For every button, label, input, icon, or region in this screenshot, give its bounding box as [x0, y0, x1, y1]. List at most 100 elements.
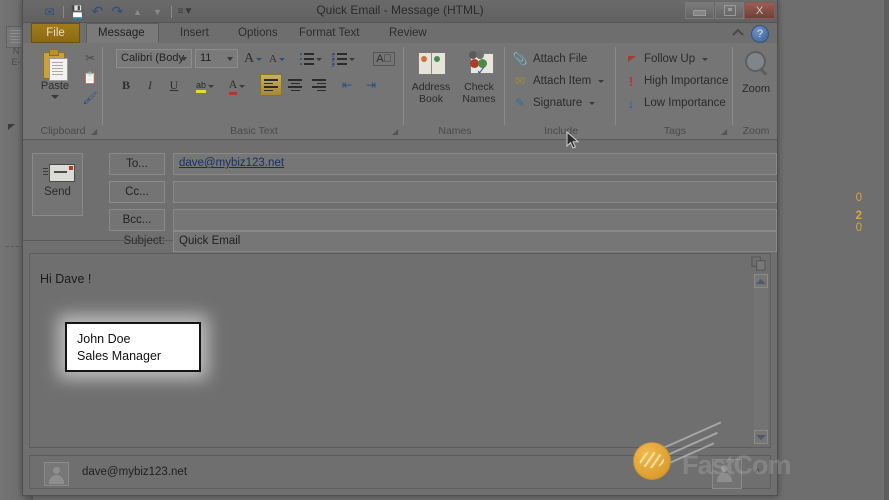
maximize-button[interactable] [715, 2, 744, 19]
close-icon: X [755, 4, 764, 17]
clear-formatting-icon: A⃥ [373, 52, 395, 66]
copy-button[interactable]: 📋 [81, 69, 99, 87]
to-button-label: To... [126, 158, 148, 170]
attach-item-button[interactable]: ✉ Attach Item [512, 71, 605, 91]
align-center-button[interactable] [284, 74, 306, 96]
underline-button[interactable]: U [164, 75, 184, 95]
italic-button[interactable]: I [140, 75, 160, 95]
to-field[interactable]: dave@mybiz123.net [173, 153, 777, 175]
tab-message[interactable]: Message [86, 23, 159, 43]
numbering-icon: 123 [331, 50, 347, 68]
chevron-down-icon[interactable] [51, 95, 59, 99]
chevron-down-icon[interactable] [589, 101, 596, 105]
signature-callout: John Doe Sales Manager [65, 322, 201, 372]
message-count-1: 0 [855, 192, 862, 204]
paste-button[interactable]: Paste [33, 47, 77, 115]
close-button[interactable]: X [744, 2, 775, 19]
tab-review[interactable]: Review [378, 23, 438, 43]
bullets-button[interactable] [299, 49, 323, 69]
grow-font-button[interactable]: A [242, 49, 264, 69]
collapse-arrow-icon[interactable] [8, 124, 15, 130]
subject-field[interactable]: Quick Email [173, 231, 777, 252]
title-bar[interactable]: ✉ 💾 ↶ ↷ ▲ ▼ ≡▼ Quick Email - Message (HT… [23, 0, 777, 23]
decrease-indent-button[interactable]: ⇤ [336, 74, 358, 96]
numbering-button[interactable]: 123 [331, 49, 355, 69]
format-painter-button[interactable]: 🖌 [81, 89, 99, 107]
align-left-icon [264, 77, 278, 93]
zoom-button-label: Zoom [741, 83, 771, 95]
check-names-line1: Check [464, 81, 494, 93]
signature-button[interactable]: ✎ Signature [512, 93, 596, 113]
tags-dialog-launcher[interactable]: ◢ [721, 127, 730, 136]
clear-formatting-button[interactable]: A⃥ [372, 48, 396, 70]
paste-options-icon[interactable] [751, 256, 766, 271]
copy-icon: 📋 [82, 71, 98, 85]
checkmark-icon: ✓ [476, 63, 487, 78]
high-importance-label: High Importance [644, 75, 729, 87]
high-importance-button[interactable]: ! High Importance [623, 71, 729, 91]
group-title-tags: Tags [663, 125, 687, 137]
underline-icon: U [169, 77, 179, 92]
font-color-button[interactable]: A [226, 75, 248, 97]
down-arrow-icon: ↓ [627, 95, 635, 111]
cut-button[interactable]: ✂ [81, 49, 99, 67]
send-button[interactable]: Send [32, 153, 83, 216]
increase-indent-button[interactable]: ⇥ [360, 74, 382, 96]
avatar [44, 462, 69, 486]
bold-icon: B [121, 77, 130, 92]
cc-field[interactable] [173, 181, 777, 203]
address-book-line1: Address [411, 81, 451, 93]
check-names-icon: ✓ [464, 49, 494, 78]
bold-button[interactable]: B [116, 75, 136, 95]
tab-format-text-label: Format Text [299, 27, 360, 39]
chevron-down-icon[interactable] [598, 79, 605, 83]
align-left-button[interactable] [260, 74, 282, 96]
tab-format-text[interactable]: Format Text [288, 23, 371, 43]
attach-item-label: Attach Item [533, 75, 592, 87]
highlight-color-button[interactable]: ab [194, 75, 216, 97]
low-importance-button[interactable]: ↓ Low Importance [623, 93, 726, 113]
scroll-down-icon[interactable] [754, 430, 768, 444]
group-title-include: Include [544, 125, 578, 137]
group-title-zoom: Zoom [742, 125, 770, 137]
bcc-field[interactable] [173, 209, 777, 231]
basic-text-dialog-launcher[interactable]: ◢ [392, 127, 401, 136]
zoom-button[interactable]: Zoom [734, 47, 778, 95]
cc-button[interactable]: Cc... [109, 181, 165, 203]
chevron-down-icon[interactable] [181, 57, 187, 61]
tab-file[interactable]: File [31, 23, 80, 43]
tab-options[interactable]: Options [227, 23, 289, 43]
check-names-button[interactable]: ✓ Check Names [455, 47, 503, 105]
shrink-font-button[interactable]: A [266, 49, 288, 69]
signature-title: Sales Manager [77, 349, 162, 363]
scroll-up-icon[interactable] [754, 274, 768, 288]
font-name-combo[interactable]: Calibri (Body [116, 49, 192, 68]
bcc-button-label: Bcc... [122, 214, 152, 226]
minimize-button[interactable] [685, 2, 714, 19]
chevron-down-icon[interactable] [702, 57, 709, 61]
help-button[interactable]: ? [751, 25, 769, 43]
send-label: Send [44, 186, 71, 198]
expand-people-pane-icon[interactable]: ^ [755, 468, 760, 479]
compose-header: Send To... dave@mybiz123.net Cc... Bcc..… [23, 140, 777, 252]
to-button[interactable]: To... [109, 153, 165, 175]
attach-file-label: Attach File [533, 53, 588, 65]
clipboard-dialog-launcher[interactable]: ◢ [91, 127, 100, 136]
follow-up-button[interactable]: Follow Up [623, 49, 709, 69]
tab-review-label: Review [389, 27, 427, 39]
font-size-value: 11 [200, 52, 212, 64]
align-right-button[interactable] [308, 74, 330, 96]
align-right-icon [312, 77, 326, 93]
address-book-button[interactable]: Address Book [407, 47, 455, 105]
chevron-down-icon[interactable] [227, 57, 233, 61]
tab-insert[interactable]: Insert [169, 23, 220, 43]
attach-file-button[interactable]: 📎 Attach File [512, 49, 588, 69]
body-scrollbar[interactable] [754, 274, 768, 444]
address-book-line2: Book [419, 93, 443, 105]
font-size-combo[interactable]: 11 [195, 49, 238, 68]
follow-up-label: Follow Up [644, 53, 696, 65]
mouse-cursor [566, 131, 580, 149]
bcc-button[interactable]: Bcc... [109, 209, 165, 231]
collapse-ribbon-icon[interactable] [731, 27, 745, 39]
bullets-icon [299, 50, 315, 68]
